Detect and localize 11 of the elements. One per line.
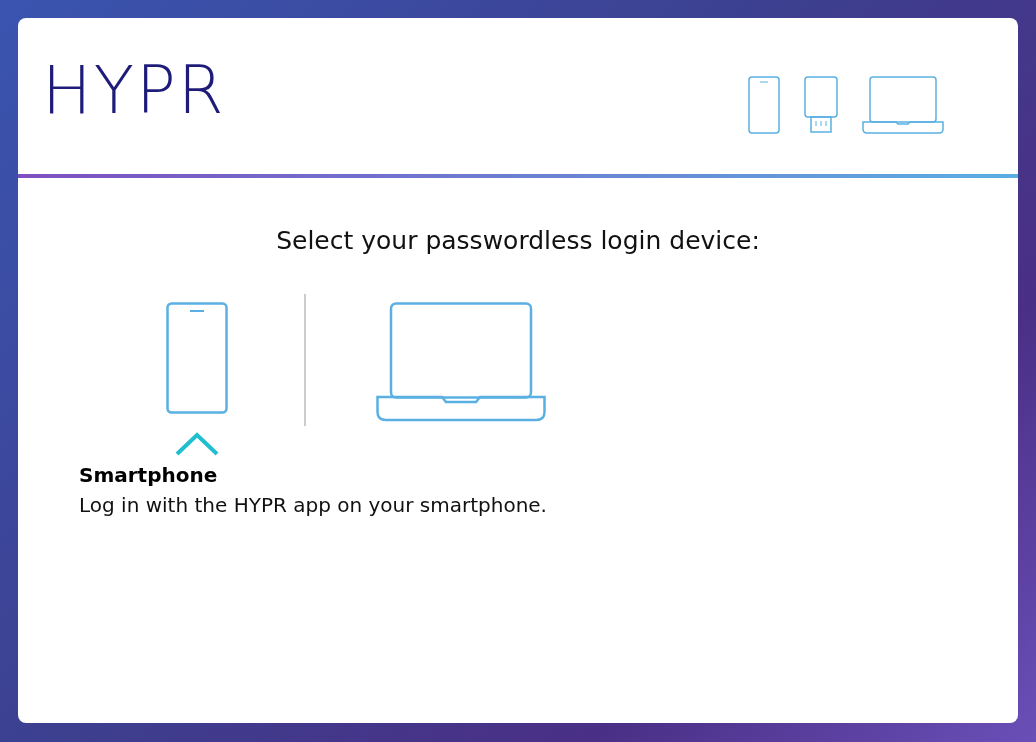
device-option[interactable] [376,301,546,422]
device-title: Smartphone [79,461,219,489]
laptop-icon [376,301,546,422]
smartphone-icon [166,301,228,414]
smartphone-icon [748,76,780,134]
device-option[interactable] [166,301,228,414]
laptop-icon [862,76,944,134]
prompt-heading: Select your passwordless login device: [275,225,761,257]
usb-key-icon [804,76,838,134]
logo: HYPR [42,58,226,124]
device-description: Log in with the HYPR app on your smartphone. [79,491,548,519]
